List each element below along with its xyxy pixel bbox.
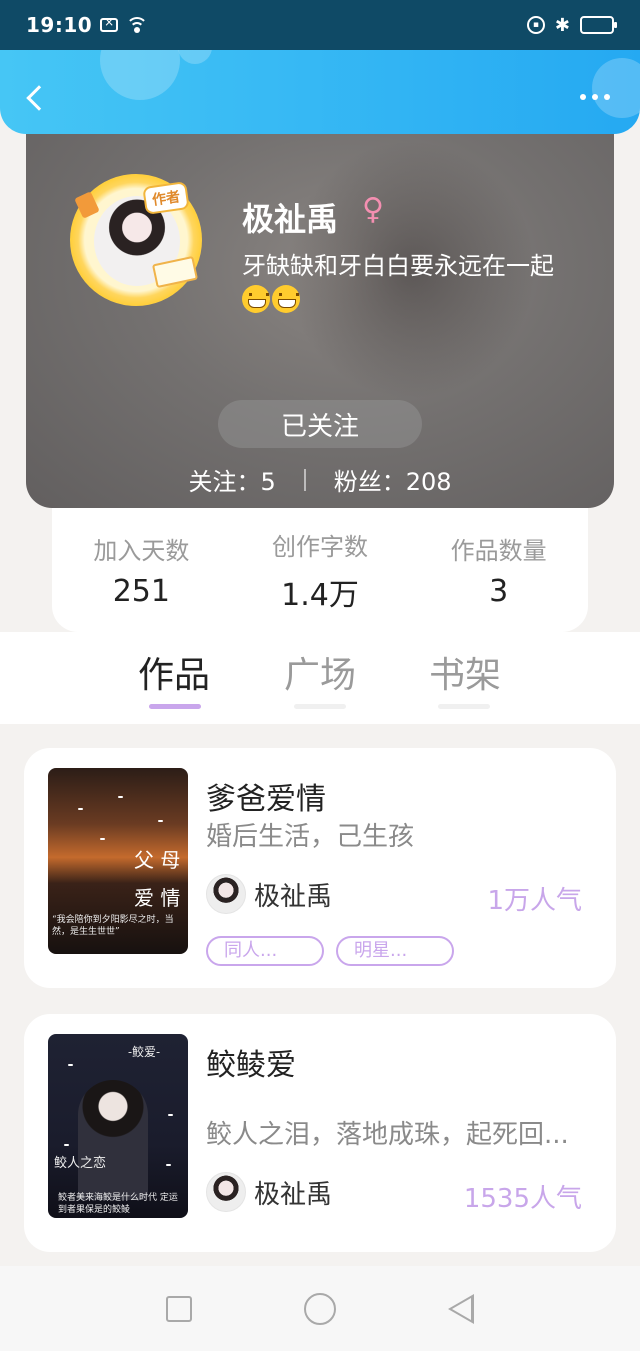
stat-label: 创作字数 xyxy=(271,532,368,561)
following-count[interactable]: 关注：5 xyxy=(188,462,275,497)
follow-stats: 关注：5 粉丝：208 xyxy=(26,462,614,497)
cover-title: 爱 情 xyxy=(134,886,181,910)
stat-value: 3 xyxy=(489,574,509,609)
decor-bubble xyxy=(592,58,640,118)
recent-apps-button[interactable] xyxy=(166,1295,192,1322)
tag-chip[interactable]: 同人... xyxy=(206,936,324,966)
work-cover[interactable]: 父 母 爱 情 “我会陪你到夕阳影尽之时，当然，是生生世世” xyxy=(48,768,188,954)
stat-value: 251 xyxy=(112,574,170,609)
wifi-icon xyxy=(126,17,149,33)
pencil-icon xyxy=(74,191,100,219)
tag-chip[interactable]: 明星... xyxy=(336,936,454,966)
stat-join-days: 加入天数 251 xyxy=(66,531,216,609)
stat-label: 作品数量 xyxy=(450,537,547,565)
cover-caption: 鲛者美来海鲛是什么时代 定运到者果保是的鲛鲮 xyxy=(58,1193,178,1215)
work-card[interactable]: -鲛爱- 鲛人之恋 鲛者美来海鲛是什么时代 定运到者果保是的鲛鲮 鲛鲮爱 鲛人之… xyxy=(24,1014,616,1252)
home-button[interactable] xyxy=(304,1292,336,1325)
grin-emoji-icon xyxy=(242,285,270,313)
status-left: 19:10 xyxy=(26,13,149,37)
user-name: 极祉禹 xyxy=(242,200,339,238)
more-button[interactable] xyxy=(580,94,610,100)
app-header xyxy=(0,20,640,134)
tab-works[interactable]: 作品 xyxy=(138,646,210,698)
female-icon: ♀ xyxy=(362,192,384,227)
avatar[interactable]: 作者 xyxy=(70,174,202,306)
work-title[interactable]: 爹爸爱情 xyxy=(206,774,326,818)
tab-indicator xyxy=(294,704,346,709)
work-desc: 婚后生活，己生孩 xyxy=(206,822,415,852)
tab-bookshelf[interactable]: 书架 xyxy=(429,646,501,698)
notification-icon xyxy=(100,15,119,32)
status-bar: 19:10 ▪ ✱ xyxy=(0,0,640,50)
stat-label: 加入天数 xyxy=(93,537,190,565)
grin-emoji-icon xyxy=(272,285,300,313)
cover-subtitle: 鲛人之恋 xyxy=(54,1156,107,1171)
stat-value: 1.4万 xyxy=(281,577,359,613)
bio-text: 牙缺缺和牙白白要永远在一起 xyxy=(242,252,554,280)
popularity: 1万人气 xyxy=(487,886,582,916)
author-avatar xyxy=(206,874,246,914)
profile-card: 作者 极祉禹 ♀ 牙缺缺和牙白白要永远在一起 已关注 关注：5 粉丝：208 xyxy=(26,110,614,508)
author-row[interactable]: 极祉禹 xyxy=(206,874,332,914)
system-back-button[interactable] xyxy=(448,1293,474,1324)
cover-caption: “我会陪你到夕阳影尽之时，当然，是生生世世” xyxy=(52,915,174,937)
stat-work-count: 作品数量 3 xyxy=(424,531,574,609)
more-dot xyxy=(592,94,598,100)
back-button[interactable] xyxy=(22,80,52,116)
lock-rotation-icon: ▪ xyxy=(526,16,545,34)
battery-icon xyxy=(580,16,617,34)
tab-indicator xyxy=(438,704,490,709)
bluetooth-icon: ✱ xyxy=(554,14,570,36)
author-badge: 作者 xyxy=(142,181,190,215)
work-card[interactable]: 父 母 爱 情 “我会陪你到夕阳影尽之时，当然，是生生世世” 爹爸爱情 婚后生活… xyxy=(24,748,616,988)
author-name: 极祉禹 xyxy=(254,881,333,912)
work-desc: 鲛人之泪，落地成珠，起死回... xyxy=(206,1120,569,1150)
stats-card: 加入天数 251 创作字数 1.4万 作品数量 3 xyxy=(52,508,588,632)
followers-count[interactable]: 粉丝：208 xyxy=(334,462,452,497)
work-title[interactable]: 鲛鲮爱 xyxy=(206,1040,296,1084)
author-row[interactable]: 极祉禹 xyxy=(206,1172,332,1212)
author-name: 极祉禹 xyxy=(254,1179,333,1210)
user-bio: 牙缺缺和牙白白要永远在一起 xyxy=(242,250,592,314)
work-cover[interactable]: -鲛爱- 鲛人之恋 鲛者美来海鲛是什么时代 定运到者果保是的鲛鲮 xyxy=(48,1034,188,1218)
tab-indicator xyxy=(149,704,201,709)
popularity: 1535人气 xyxy=(463,1184,582,1214)
follow-button[interactable]: 已关注 xyxy=(218,400,422,448)
stat-word-count: 创作字数 1.4万 xyxy=(245,527,395,614)
tab-plaza[interactable]: 广场 xyxy=(284,646,356,698)
more-dot xyxy=(580,94,586,100)
system-nav-bar xyxy=(0,1266,640,1351)
cover-title: -鲛爱- xyxy=(128,1045,161,1059)
divider xyxy=(303,468,306,491)
tab-bar: 作品 广场 书架 xyxy=(0,632,640,724)
status-right: ▪ ✱ xyxy=(526,14,617,36)
status-time: 19:10 xyxy=(26,13,93,37)
chevron-left-icon xyxy=(26,85,52,111)
more-dot xyxy=(604,94,610,100)
cover-title: 父 母 xyxy=(134,848,181,872)
author-avatar xyxy=(206,1172,246,1212)
cover-figure xyxy=(78,1080,148,1200)
